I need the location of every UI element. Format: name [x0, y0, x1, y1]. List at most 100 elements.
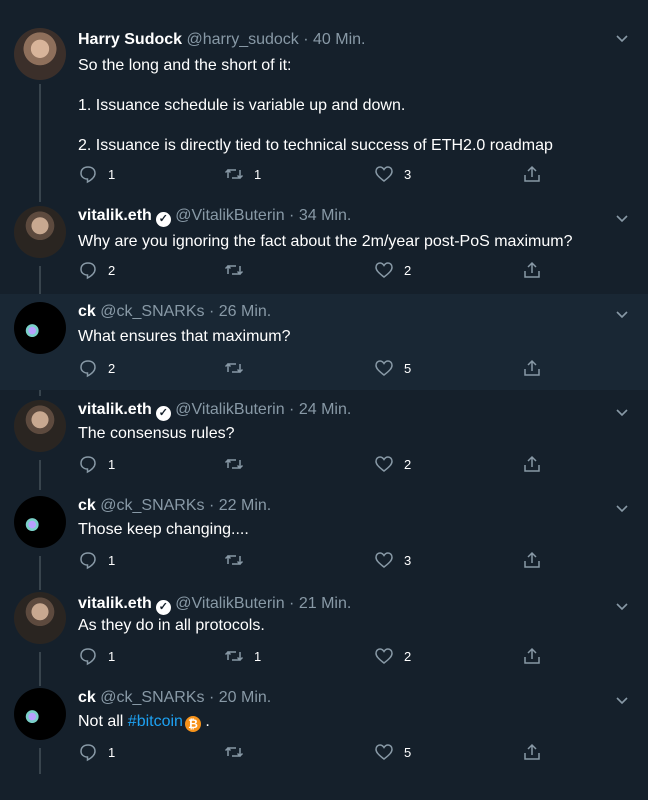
like-count: 5 — [404, 744, 412, 760]
tweet[interactable]: ck @ck_SNARKs · 22 Min. Those keep chang… — [0, 488, 648, 584]
like-button[interactable]: 2 — [374, 454, 411, 474]
reply-button[interactable]: 1 — [78, 646, 115, 666]
share-button[interactable] — [522, 646, 542, 666]
author-handle[interactable]: @VitalikButerin — [175, 207, 284, 224]
timestamp[interactable]: 24 Min. — [299, 401, 351, 418]
avatar[interactable] — [14, 592, 66, 644]
tweet-actions: 1 1 3 — [78, 164, 628, 184]
retweet-button[interactable] — [224, 550, 254, 570]
like-button[interactable]: 3 — [374, 550, 411, 570]
heart-icon — [375, 262, 393, 278]
author-name[interactable]: Harry Sudock — [78, 31, 182, 48]
author-name[interactable]: vitalik.eth — [78, 401, 152, 418]
hashtag-link[interactable]: #bitcoin — [128, 713, 183, 730]
tweet-actions: 1 3 — [78, 550, 628, 570]
avatar[interactable] — [14, 688, 66, 740]
timestamp[interactable]: 34 Min. — [299, 207, 351, 224]
author-name[interactable]: vitalik.eth — [78, 207, 152, 224]
retweet-button[interactable] — [224, 358, 254, 378]
reply-button[interactable]: 2 — [78, 358, 115, 378]
share-upload-icon — [524, 647, 540, 664]
tweet[interactable]: Harry Sudock @harry_sudock · 40 Min. So … — [0, 18, 648, 196]
avatar[interactable] — [14, 206, 66, 258]
separator-dot: · — [208, 303, 215, 320]
share-button[interactable] — [522, 164, 542, 184]
author-name[interactable]: ck — [78, 303, 96, 320]
retweet-button[interactable]: 1 — [224, 164, 261, 184]
reply-count: 1 — [108, 456, 116, 472]
like-button[interactable]: 3 — [374, 164, 411, 184]
heart-icon — [375, 456, 393, 472]
author-handle[interactable]: @VitalikButerin — [175, 595, 284, 612]
tweet-text: Why are you ignoring the fact about the … — [78, 232, 628, 252]
chevron-down-icon[interactable] — [614, 404, 630, 420]
avatar[interactable] — [14, 496, 66, 548]
like-button[interactable]: 5 — [374, 358, 411, 378]
timestamp[interactable]: 21 Min. — [299, 595, 351, 612]
tweet[interactable]: vitalik.eth ✓ @VitalikButerin · 24 Min. T… — [0, 390, 648, 488]
chevron-down-icon[interactable] — [614, 500, 630, 516]
retweet-button[interactable] — [224, 742, 254, 762]
author-handle[interactable]: @harry_sudock — [187, 31, 299, 48]
speech-bubble-icon — [80, 456, 96, 474]
tweet[interactable]: vitalik.eth ✓ @VitalikButerin · 34 Min. W… — [0, 196, 648, 294]
chevron-down-icon[interactable] — [614, 30, 630, 46]
share-button[interactable] — [522, 550, 542, 570]
reply-button[interactable]: 1 — [78, 454, 115, 474]
author-handle[interactable]: @ck_SNARKs — [100, 689, 204, 706]
chevron-down-icon[interactable] — [614, 692, 630, 708]
like-count: 3 — [404, 552, 412, 568]
reply-count: 2 — [108, 262, 116, 278]
author-handle[interactable]: @ck_SNARKs — [100, 497, 204, 514]
like-button[interactable]: 2 — [374, 646, 411, 666]
retweet-button[interactable] — [224, 260, 254, 280]
chevron-down-icon[interactable] — [614, 598, 630, 614]
author-name[interactable]: ck — [78, 689, 96, 706]
reply-button[interactable]: 1 — [78, 742, 115, 762]
timestamp[interactable]: 26 Min. — [219, 303, 271, 320]
like-count: 2 — [404, 648, 412, 664]
text-line: So the long and the short of it: — [78, 57, 292, 74]
timestamp[interactable]: 40 Min. — [313, 31, 365, 48]
retweet-arrows-icon — [224, 746, 244, 758]
verified-check-icon: ✓ — [155, 600, 171, 615]
heart-icon — [375, 744, 393, 760]
avatar[interactable] — [14, 28, 66, 80]
share-button[interactable] — [522, 742, 542, 762]
reply-count: 1 — [108, 648, 116, 664]
tweet[interactable]: ck @ck_SNARKs · 26 Min. What ensures tha… — [0, 294, 648, 390]
text-line: 1. Issuance schedule is variable up and … — [78, 97, 406, 114]
author-handle[interactable]: @VitalikButerin — [175, 401, 284, 418]
share-button[interactable] — [522, 454, 542, 474]
text-line — [78, 116, 628, 136]
author-handle[interactable]: @ck_SNARKs — [100, 303, 204, 320]
retweet-arrows-icon — [224, 650, 244, 662]
tweet[interactable]: ck @ck_SNARKs · 20 Min. Not all #bitcoin… — [0, 680, 648, 800]
tweet[interactable]: vitalik.eth ✓ @VitalikButerin · 21 Min. A… — [0, 584, 648, 680]
avatar[interactable] — [14, 400, 66, 452]
text-prefix: Not all — [78, 713, 128, 730]
timestamp[interactable]: 22 Min. — [219, 497, 271, 514]
author-name[interactable]: vitalik.eth — [78, 595, 152, 612]
timestamp[interactable]: 20 Min. — [219, 689, 271, 706]
reply-button[interactable]: 1 — [78, 550, 115, 570]
heart-icon — [375, 552, 393, 568]
share-button[interactable] — [522, 358, 542, 378]
retweet-arrows-icon — [224, 362, 244, 374]
author-name[interactable]: ck — [78, 497, 96, 514]
like-button[interactable]: 2 — [374, 260, 411, 280]
separator-dot: · — [289, 401, 295, 418]
like-button[interactable]: 5 — [374, 742, 411, 762]
share-upload-icon — [524, 359, 540, 376]
retweet-button[interactable] — [224, 454, 254, 474]
separator-dot: · — [303, 31, 309, 48]
chevron-down-icon[interactable] — [614, 210, 630, 226]
reply-button[interactable]: 2 — [78, 260, 115, 280]
chevron-down-icon[interactable] — [614, 306, 630, 322]
speech-bubble-icon — [80, 360, 96, 378]
share-upload-icon — [524, 165, 540, 182]
share-button[interactable] — [522, 260, 542, 280]
reply-button[interactable]: 1 — [78, 164, 115, 184]
retweet-button[interactable]: 1 — [224, 646, 261, 666]
avatar[interactable] — [14, 302, 66, 354]
